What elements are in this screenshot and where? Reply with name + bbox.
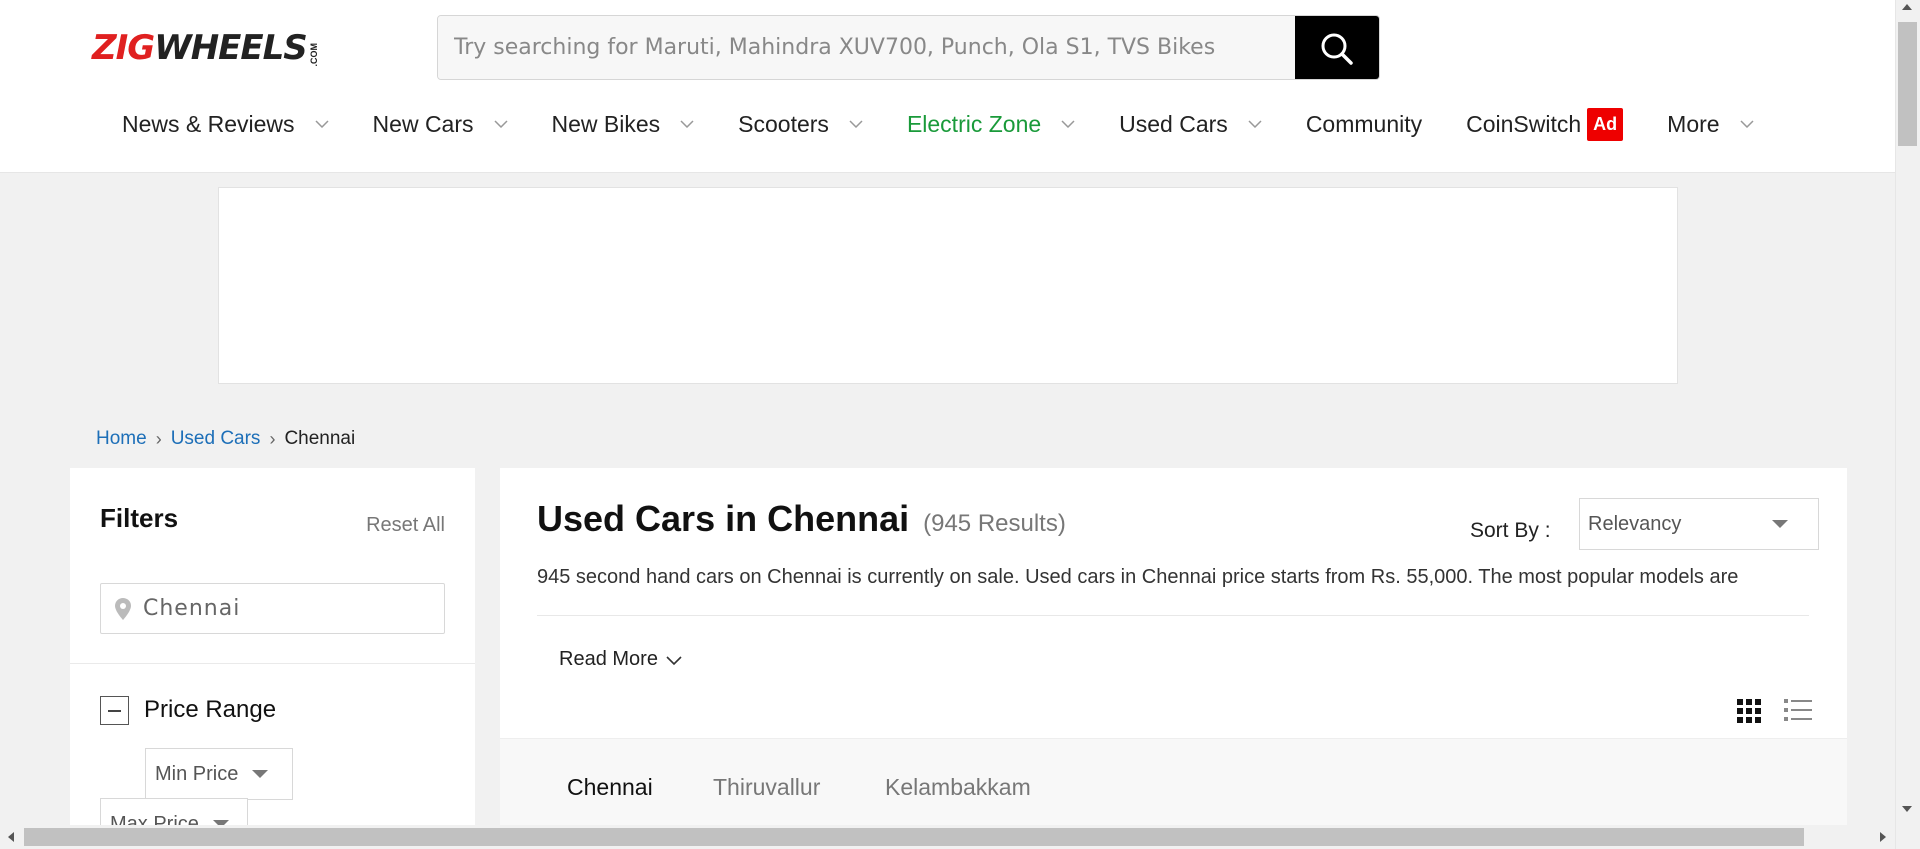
city-input[interactable]	[143, 596, 413, 621]
filters-divider	[70, 663, 475, 664]
read-more-label: Read More	[559, 648, 658, 670]
breadcrumb-home-link[interactable]: Home	[96, 428, 147, 450]
min-price-label: Min Price	[155, 762, 239, 785]
breadcrumb: Home › Used Cars › Chennai	[96, 428, 355, 450]
chevron-down-icon	[1061, 120, 1075, 129]
chevron-down-icon	[849, 120, 863, 129]
search-bar	[437, 15, 1380, 80]
site-header: ZIGWHEELS .COM News & Reviews New Cars N…	[0, 0, 1895, 173]
ad-banner-slot	[218, 187, 1678, 384]
ad-badge: Ad	[1587, 107, 1624, 141]
logo-wheels-text: WHEELS	[154, 28, 308, 68]
horizontal-scrollbar-thumb[interactable]	[24, 828, 1804, 846]
nav-scooters[interactable]: Scooters	[738, 111, 863, 138]
tab-kelambakkam[interactable]: Kelambakkam	[885, 774, 1031, 801]
nav-label: Community	[1305, 110, 1423, 137]
search-button[interactable]	[1295, 16, 1379, 79]
scroll-left-arrow-icon[interactable]	[8, 832, 14, 842]
reset-all-button[interactable]: Reset All	[366, 514, 445, 537]
location-pin-icon	[115, 597, 131, 620]
sort-value: Relevancy	[1588, 512, 1682, 535]
nav-news-reviews[interactable]: News & Reviews	[122, 111, 329, 138]
read-more-button[interactable]: Read More	[559, 648, 682, 671]
logo-com-text: .COM	[308, 42, 319, 67]
chevron-down-icon	[1740, 120, 1754, 129]
breadcrumb-current: Chennai	[284, 428, 356, 449]
scroll-up-arrow-icon[interactable]	[1902, 4, 1912, 10]
city-field[interactable]	[100, 583, 445, 634]
results-count: (945 Results)	[923, 510, 1066, 537]
chevron-down-icon	[666, 655, 682, 665]
nav-electric-zone[interactable]: Electric Zone	[907, 111, 1075, 138]
nav-new-bikes[interactable]: New Bikes	[552, 111, 695, 138]
nav-label: Used Cars	[1119, 110, 1228, 137]
minus-icon	[108, 709, 121, 712]
scroll-right-arrow-icon[interactable]	[1880, 832, 1886, 842]
nav-label: Electric Zone	[906, 110, 1042, 137]
chevron-down-icon	[315, 120, 329, 129]
page-title: Used Cars in Chennai (945 Results)	[537, 498, 1066, 540]
tab-chennai[interactable]: Chennai	[567, 774, 653, 801]
results-description: 945 second hand cars on Chennai is curre…	[537, 566, 1739, 588]
results-panel: Used Cars in Chennai (945 Results) Sort …	[500, 468, 1847, 849]
list-view-icon[interactable]	[1784, 698, 1812, 722]
nav-label: New Cars	[372, 110, 474, 137]
page-title-text: Used Cars in Chennai	[537, 498, 910, 539]
nav-new-cars[interactable]: New Cars	[373, 111, 508, 138]
nav-used-cars[interactable]: Used Cars	[1119, 111, 1262, 138]
description-divider	[537, 615, 1809, 616]
nav-coinswitch[interactable]: CoinSwitch Ad	[1466, 107, 1624, 141]
filters-title: Filters	[100, 503, 179, 533]
scroll-down-arrow-icon[interactable]	[1902, 806, 1912, 812]
breadcrumb-used-cars-link[interactable]: Used Cars	[171, 428, 261, 450]
nav-label: New Bikes	[551, 110, 661, 137]
sort-by-label: Sort By :	[1470, 519, 1551, 542]
min-price-select[interactable]: Min Price	[145, 748, 293, 800]
chevron-down-icon	[680, 120, 694, 129]
tab-thiruvallur[interactable]: Thiruvallur	[713, 774, 820, 801]
vertical-scrollbar-thumb[interactable]	[1898, 22, 1917, 146]
nav-label: News & Reviews	[122, 110, 295, 137]
grid-view-icon[interactable]	[1736, 698, 1762, 724]
main-nav: News & Reviews New Cars New Bikes Scoote…	[122, 104, 1798, 144]
chevron-down-icon	[493, 120, 508, 129]
breadcrumb-separator-icon: ›	[269, 428, 276, 449]
nav-more[interactable]: More	[1667, 110, 1754, 138]
breadcrumb-separator-icon: ›	[155, 428, 162, 449]
chevron-down-icon	[1248, 120, 1262, 129]
sort-select[interactable]: Relevancy	[1579, 498, 1819, 550]
caret-down-icon	[252, 770, 269, 778]
nav-community[interactable]: Community	[1306, 111, 1422, 138]
nav-label: Scooters	[738, 110, 829, 137]
zigwheels-logo[interactable]: ZIGWHEELS .COM	[92, 30, 319, 66]
nav-label: CoinSwitch	[1466, 110, 1582, 137]
logo-zig-text: ZIG	[92, 28, 155, 68]
price-range-label: Price Range	[144, 696, 277, 723]
search-input[interactable]	[438, 16, 1295, 79]
caret-down-icon	[1772, 520, 1788, 528]
nav-label: More	[1667, 110, 1720, 137]
filters-panel: Filters Reset All Price Range Min Price …	[70, 468, 475, 849]
price-range-collapse-toggle[interactable]	[100, 696, 129, 725]
search-icon	[1321, 33, 1353, 65]
